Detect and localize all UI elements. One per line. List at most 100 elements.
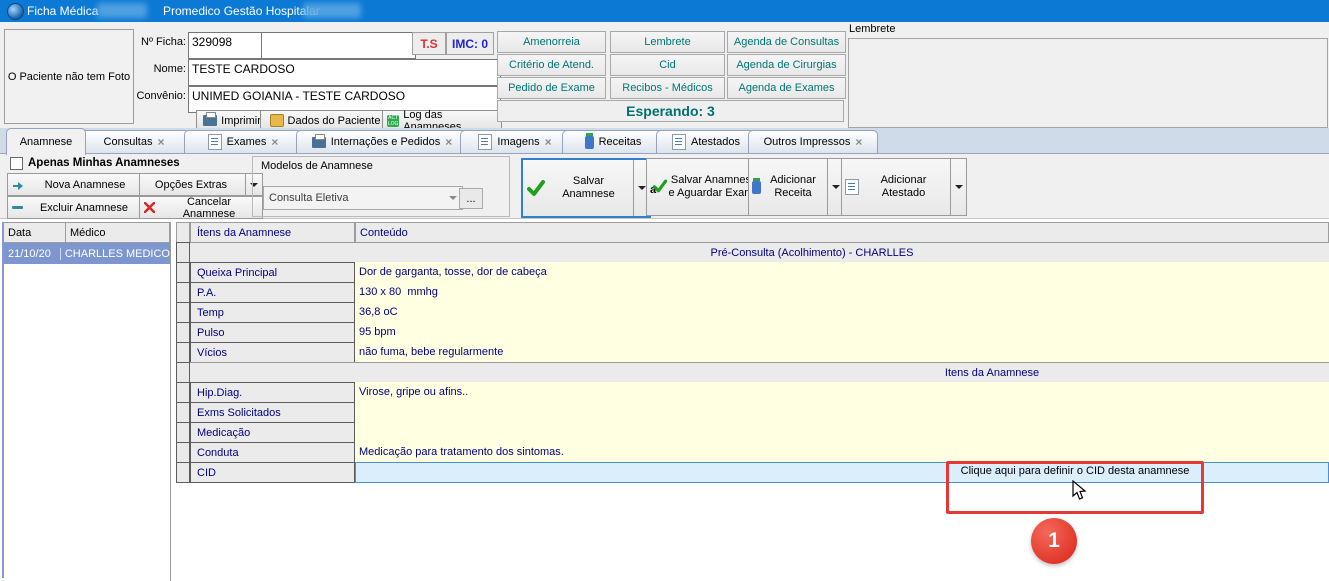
close-icon[interactable]: × bbox=[271, 137, 278, 147]
modelos-selected-value: Consulta Eletiva bbox=[269, 192, 349, 204]
adicionar-atestado-button[interactable]: Adicionar Atestado bbox=[841, 158, 967, 216]
only-mine-checkbox[interactable] bbox=[10, 157, 23, 170]
grid-row[interactable]: Pulso 95 bpm bbox=[176, 322, 1329, 343]
recibos-medicos-button[interactable]: Recibos - Médicos bbox=[610, 77, 725, 99]
tab-imagens[interactable]: Imagens × bbox=[460, 130, 570, 153]
grid-row[interactable]: Exms Solicitados bbox=[176, 402, 1329, 423]
imprimir-label: Imprimir bbox=[221, 115, 261, 127]
item-value[interactable]: 95 bpm bbox=[355, 322, 1329, 343]
column-header-itens[interactable]: Ítens da Anamnese bbox=[190, 222, 355, 243]
lembrete-label: Lembrete bbox=[849, 23, 895, 35]
close-icon[interactable]: × bbox=[855, 137, 862, 147]
grid-row[interactable]: Queixa Principal Dor de garganta, tosse,… bbox=[176, 262, 1329, 283]
item-value[interactable]: 36,8 oC bbox=[355, 302, 1329, 323]
close-icon[interactable]: × bbox=[545, 137, 552, 147]
step-number-badge: 1 bbox=[1031, 518, 1077, 564]
patient-panel: O Paciente não tem Foto Nº Ficha: 329098… bbox=[0, 22, 1329, 128]
tab-exames[interactable]: Exames× bbox=[184, 130, 302, 153]
item-value[interactable]: 130 x 80 mmhg bbox=[355, 282, 1329, 303]
tab-label: Internações e Pedidos bbox=[331, 136, 440, 148]
tab-consultas[interactable]: Consultas× bbox=[78, 130, 190, 153]
ts-button[interactable]: T.S bbox=[412, 32, 446, 55]
mouse-cursor-icon bbox=[1072, 480, 1087, 501]
agenda-exames-button[interactable]: Agenda de Exames bbox=[727, 77, 846, 99]
tab-outros-impressos[interactable]: Outros Impressos× bbox=[748, 130, 878, 153]
item-value[interactable]: Dor de garganta, tosse, dor de cabeça bbox=[355, 262, 1329, 283]
dropdown-arrow[interactable] bbox=[827, 159, 840, 215]
salvar-anamnese-button[interactable]: Salvar Anamnese bbox=[521, 158, 651, 218]
tab-receitas[interactable]: Receitas bbox=[562, 130, 664, 153]
item-value[interactable]: Virose, gripe ou afins.. bbox=[355, 382, 1329, 403]
dropdown-arrow[interactable] bbox=[950, 159, 963, 215]
chevron-down-icon bbox=[449, 196, 457, 200]
grid-row[interactable]: Hip.Diag. Virose, gripe ou afins.. bbox=[176, 382, 1329, 403]
modelos-group-label: Modelos de Anamnese bbox=[261, 160, 373, 172]
waiting-status: Esperando: 3 bbox=[497, 100, 844, 122]
grid-row[interactable]: Medicação bbox=[176, 422, 1329, 443]
modelos-more-button[interactable]: ... bbox=[459, 188, 483, 209]
adicionar-receita-button[interactable]: Adicionar Receita bbox=[748, 158, 844, 216]
grid-row[interactable]: P.A. 130 x 80 mmhg bbox=[176, 282, 1329, 303]
excluir-anamnese-button[interactable]: Excluir Anamnese bbox=[7, 196, 145, 219]
indicator-cell bbox=[176, 402, 190, 423]
section-row: Pré-Consulta (Acolhimento) - CHARLLES bbox=[176, 242, 1329, 263]
item-value[interactable]: não fuma, bebe regularmente bbox=[355, 342, 1329, 363]
close-icon[interactable]: × bbox=[445, 137, 452, 147]
agenda-consultas-button[interactable]: Agenda de Consultas bbox=[727, 31, 846, 53]
column-header-data[interactable]: Data bbox=[4, 223, 66, 243]
grid-row[interactable]: Vícios não fuma, bebe regularmente bbox=[176, 342, 1329, 363]
dropdown-arrow[interactable] bbox=[633, 160, 646, 216]
adicionar-receita-label: Adicionar Receita bbox=[761, 174, 825, 200]
column-header-conteudo[interactable]: Conteúdo bbox=[355, 222, 1329, 243]
tab-label: Imagens bbox=[497, 136, 539, 148]
tab-anamnese[interactable]: Anamnese bbox=[6, 128, 86, 155]
lembrete-box[interactable] bbox=[848, 38, 1328, 128]
row-medico: CHARLLES MEDICO bbox=[60, 248, 170, 260]
product-title: Promedico Gestão Hospitalar bbox=[163, 4, 320, 18]
ficha-secondary-input[interactable] bbox=[261, 32, 416, 59]
grid-row[interactable]: Temp 36,8 oC bbox=[176, 302, 1329, 323]
close-icon[interactable]: × bbox=[157, 137, 164, 147]
item-value[interactable]: Medicação para tratamento dos sintomas. bbox=[355, 442, 1329, 463]
modelos-select[interactable]: Consulta Eletiva bbox=[263, 186, 463, 210]
cancelar-anamnese-button[interactable]: Cancelar Anamnese bbox=[139, 196, 263, 219]
tab-label: Receitas bbox=[599, 136, 642, 148]
ficha-input[interactable]: 329098 bbox=[188, 32, 266, 59]
nome-input[interactable]: TESTE CARDOSO bbox=[188, 59, 501, 86]
cid-button[interactable]: Cid bbox=[610, 54, 725, 76]
cancelar-anamnese-label: Cancelar Anamnese bbox=[160, 196, 258, 220]
cid-hint-text[interactable]: Clique aqui para definir o CID desta ana… bbox=[951, 465, 1199, 477]
minus-icon bbox=[12, 206, 23, 209]
indicator-cell bbox=[176, 282, 190, 303]
nova-anamnese-button[interactable]: Nova Anamnese bbox=[7, 173, 145, 196]
tab-internacoes-pedidos[interactable]: Internações e Pedidos × bbox=[296, 130, 468, 153]
indicator-cell bbox=[176, 322, 190, 343]
item-value[interactable] bbox=[355, 402, 1329, 423]
lembrete-button[interactable]: Lembrete bbox=[610, 31, 725, 53]
criterio-atend-button[interactable]: Critério de Atend. bbox=[497, 54, 606, 76]
prescription-icon bbox=[585, 136, 594, 149]
grid-row[interactable]: Conduta Medicação para tratamento dos si… bbox=[176, 442, 1329, 463]
column-header-medico[interactable]: Médico bbox=[66, 223, 170, 243]
app-logo-icon bbox=[7, 3, 24, 20]
pedido-exame-button[interactable]: Pedido de Exame bbox=[497, 77, 606, 99]
imc-badge[interactable]: IMC: 0 bbox=[446, 32, 494, 55]
adicionar-atestado-label: Adicionar Atestado bbox=[859, 174, 948, 200]
item-value[interactable] bbox=[355, 422, 1329, 443]
opcoes-extras-button[interactable]: Opções Extras bbox=[139, 173, 263, 196]
amenorreia-button[interactable]: Amenorreia bbox=[497, 31, 606, 53]
modelos-groupbox: Modelos de Anamnese Consulta Eletiva ... bbox=[252, 156, 510, 217]
agenda-cirurgias-button[interactable]: Agenda de Cirurgias bbox=[727, 54, 846, 76]
green-check-icon bbox=[526, 178, 546, 198]
dados-paciente-label: Dados do Paciente bbox=[288, 115, 381, 127]
red-x-icon bbox=[144, 202, 155, 213]
prescription-icon bbox=[752, 181, 761, 194]
convenio-label: Convênio: bbox=[118, 90, 186, 102]
indicator-cell bbox=[176, 222, 190, 243]
anamnese-toolbar: Apenas Minhas Anamneses Nova Anamnese Op… bbox=[0, 153, 1329, 219]
salvar-aguardar-button[interactable]: a Salvar Anamnese e Aguardar Exame bbox=[646, 158, 764, 216]
patient-photo-placeholder: O Paciente não tem Foto bbox=[4, 29, 134, 124]
anamnese-list-row-selected[interactable]: 21/10/20 CHARLLES MEDICO bbox=[4, 243, 170, 264]
tab-atestados[interactable]: Atestados bbox=[656, 130, 756, 153]
tab-label: Anamnese bbox=[20, 136, 73, 148]
